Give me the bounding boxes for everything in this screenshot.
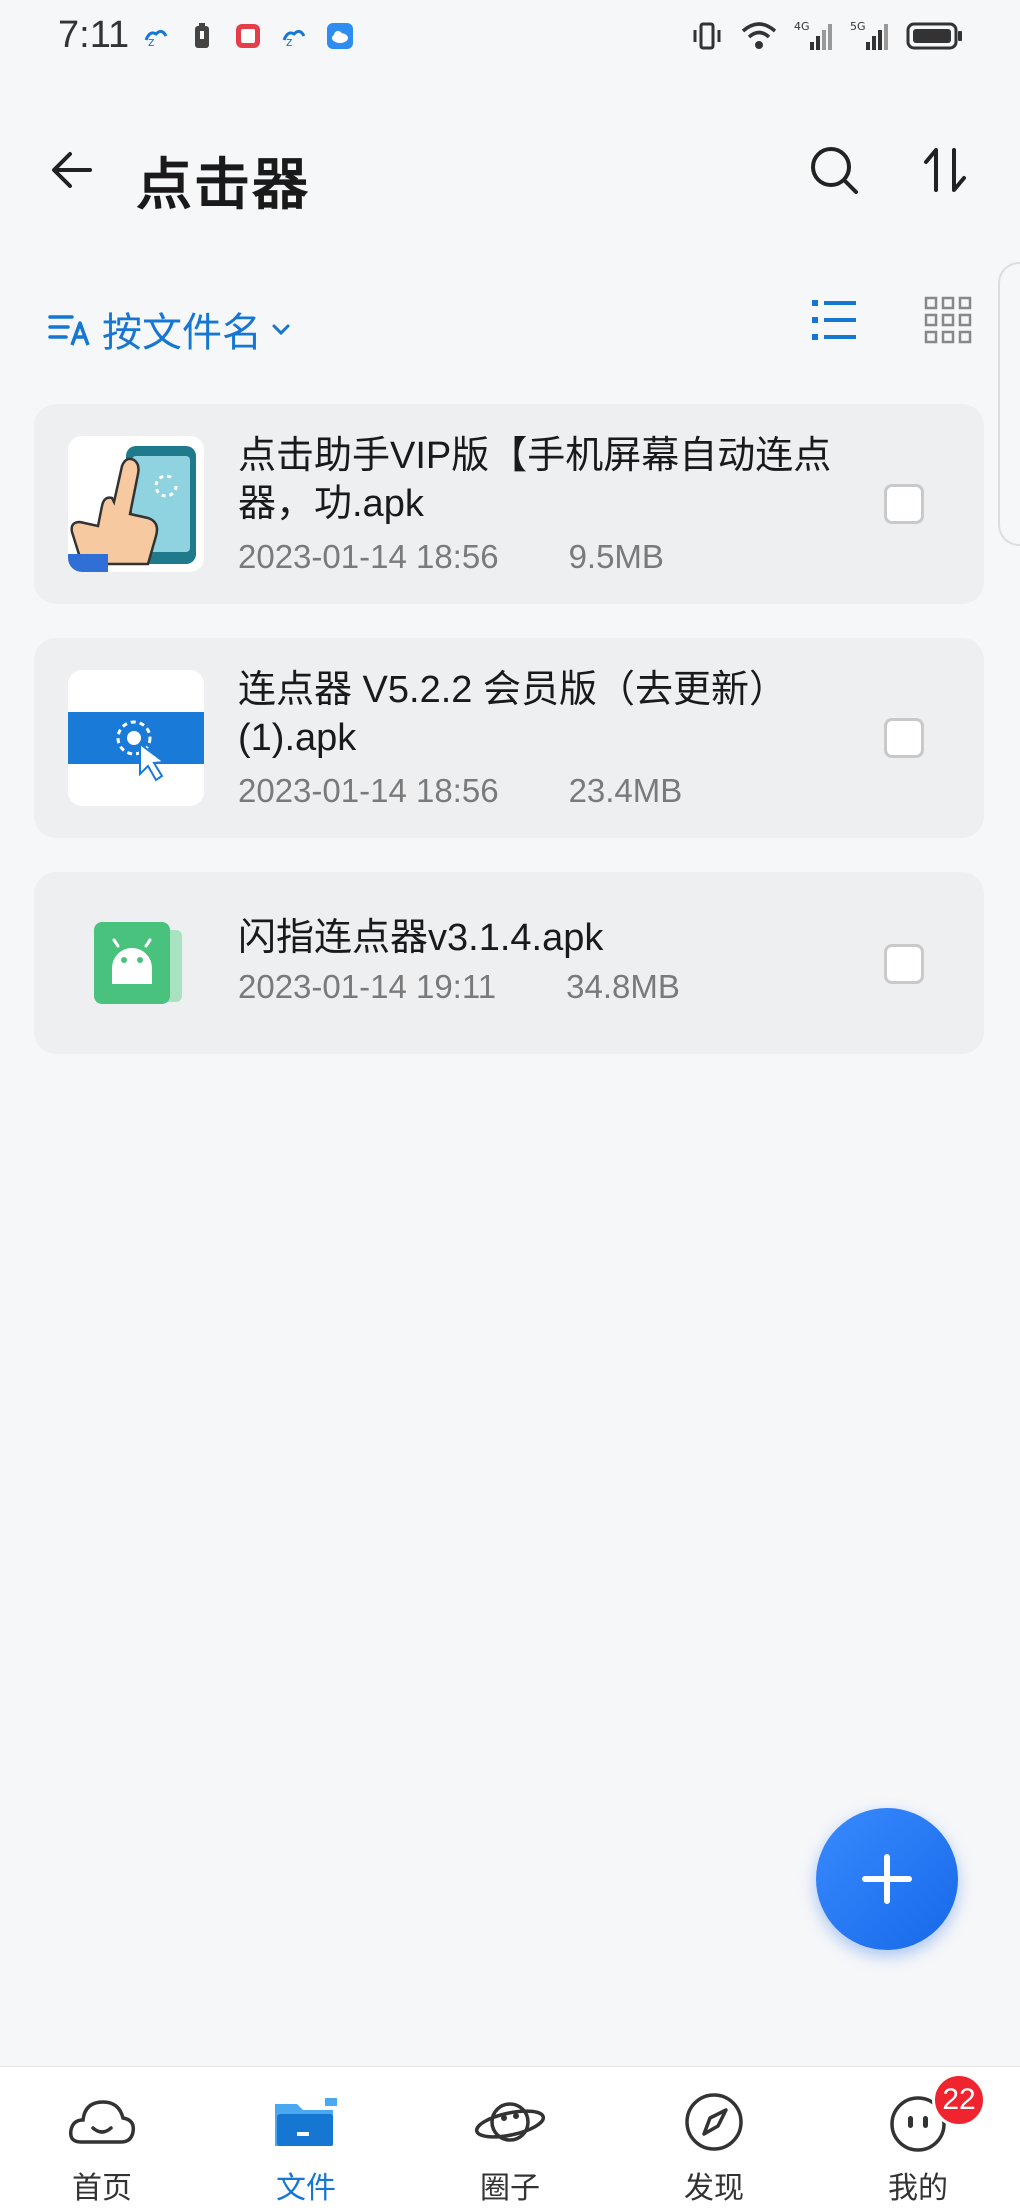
list-view-icon (812, 300, 856, 340)
notification-badge: 22 (932, 2073, 986, 2127)
select-checkbox[interactable] (884, 718, 924, 758)
battery-icon (906, 19, 964, 58)
android-apk-icon (68, 896, 204, 1032)
back-button[interactable] (46, 140, 106, 200)
file-meta: 2023-01-14 18:56 9.5MB (238, 538, 664, 576)
file-date: 2023-01-14 18:56 (238, 538, 499, 575)
file-date: 2023-01-14 19:11 (238, 968, 497, 1005)
nav-circle[interactable]: 圈子 (408, 2067, 612, 2211)
grid-view-button[interactable] (924, 296, 972, 344)
svg-text:4G: 4G (794, 20, 810, 33)
nav-files[interactable]: 文件 (204, 2067, 408, 2211)
file-name: 点击助手VIP版【手机屏幕自动连点器，功.apk (238, 435, 832, 525)
file-meta: 2023-01-14 19:11 34.8MB (238, 968, 680, 1006)
file-name: 连点器 V5.2.2 会员版（去更新）(1).apk (238, 669, 787, 759)
svg-text:z: z (286, 35, 292, 49)
home-cloud-icon (62, 2087, 142, 2157)
file-size: 34.8MB (566, 968, 680, 1005)
list-view-button[interactable] (810, 296, 858, 344)
file-size: 9.5MB (568, 538, 664, 575)
grid-view-icon (924, 296, 972, 344)
folder-icon (266, 2087, 346, 2157)
nav-label: 发现 (684, 2172, 744, 2205)
status-bar: 7:11 z z 4G 5G (0, 0, 1020, 80)
status-time: 7:11 (58, 14, 130, 56)
compass-icon (674, 2087, 754, 2157)
tap-assistant-app-icon (68, 436, 204, 572)
file-date: 2023-01-14 18:56 (238, 772, 499, 809)
back-arrow-icon (52, 152, 92, 188)
search-button[interactable] (806, 142, 862, 198)
notification-icons: z z (142, 22, 354, 50)
sort-button[interactable] (918, 142, 974, 198)
file-item[interactable]: 点击助手VIP版【手机屏幕自动连点器，功.apk 2023-01-14 18:5… (34, 404, 984, 604)
sort-label: 按文件名 (102, 311, 262, 355)
auto-clicker-app-icon (68, 670, 204, 806)
wifi-icon (740, 19, 778, 58)
signal-4g-icon: 4G (794, 18, 834, 59)
vibrate-icon (690, 19, 724, 58)
nav-label: 首页 (72, 2172, 132, 2205)
select-checkbox[interactable] (884, 944, 924, 984)
side-panel-handle[interactable] (998, 262, 1020, 546)
planet-icon (470, 2087, 550, 2157)
red-app-icon (234, 22, 262, 50)
add-button[interactable] (816, 1808, 958, 1950)
file-name: 闪指连点器v3.1.4.apk (238, 917, 604, 959)
file-item[interactable]: 闪指连点器v3.1.4.apk 2023-01-14 19:11 34.8MB (34, 872, 984, 1054)
svg-text:z: z (148, 35, 154, 49)
nav-home[interactable]: 首页 (0, 2067, 204, 2211)
file-item[interactable]: 连点器 V5.2.2 会员版（去更新）(1).apk 2023-01-14 18… (34, 638, 984, 838)
sort-by-name-dropdown[interactable]: 按文件名 (48, 300, 292, 358)
plus-icon (862, 1854, 912, 1904)
file-meta: 2023-01-14 18:56 23.4MB (238, 772, 682, 810)
nav-label: 我的 (888, 2172, 948, 2205)
bottom-navigation: 首页 文件 圈子 发现 我的 22 (0, 2066, 1020, 2211)
select-checkbox[interactable] (884, 484, 924, 524)
nav-discover[interactable]: 发现 (612, 2067, 816, 2211)
sort-text-icon (48, 315, 90, 346)
filter-bar: 按文件名 (0, 296, 1020, 376)
cloud-app-icon: z (142, 22, 170, 50)
svg-text:5G: 5G (850, 20, 866, 33)
file-size: 23.4MB (568, 772, 683, 809)
cloud-drive-icon (326, 22, 354, 50)
signal-5g-icon: 5G (850, 18, 890, 59)
nav-label: 文件 (276, 2172, 336, 2205)
search-icon (811, 147, 858, 194)
system-icons: 4G 5G (690, 18, 964, 59)
nav-label: 圈子 (480, 2172, 540, 2205)
sort-icon (924, 148, 966, 192)
nav-profile[interactable]: 我的 22 (816, 2067, 1020, 2211)
cloud-app-icon: z (280, 22, 308, 50)
top-app-bar: 点击器 (0, 120, 1020, 230)
chevron-down-icon (272, 324, 290, 336)
page-title: 点击器 (136, 153, 310, 216)
battery-saver-icon (188, 22, 216, 50)
